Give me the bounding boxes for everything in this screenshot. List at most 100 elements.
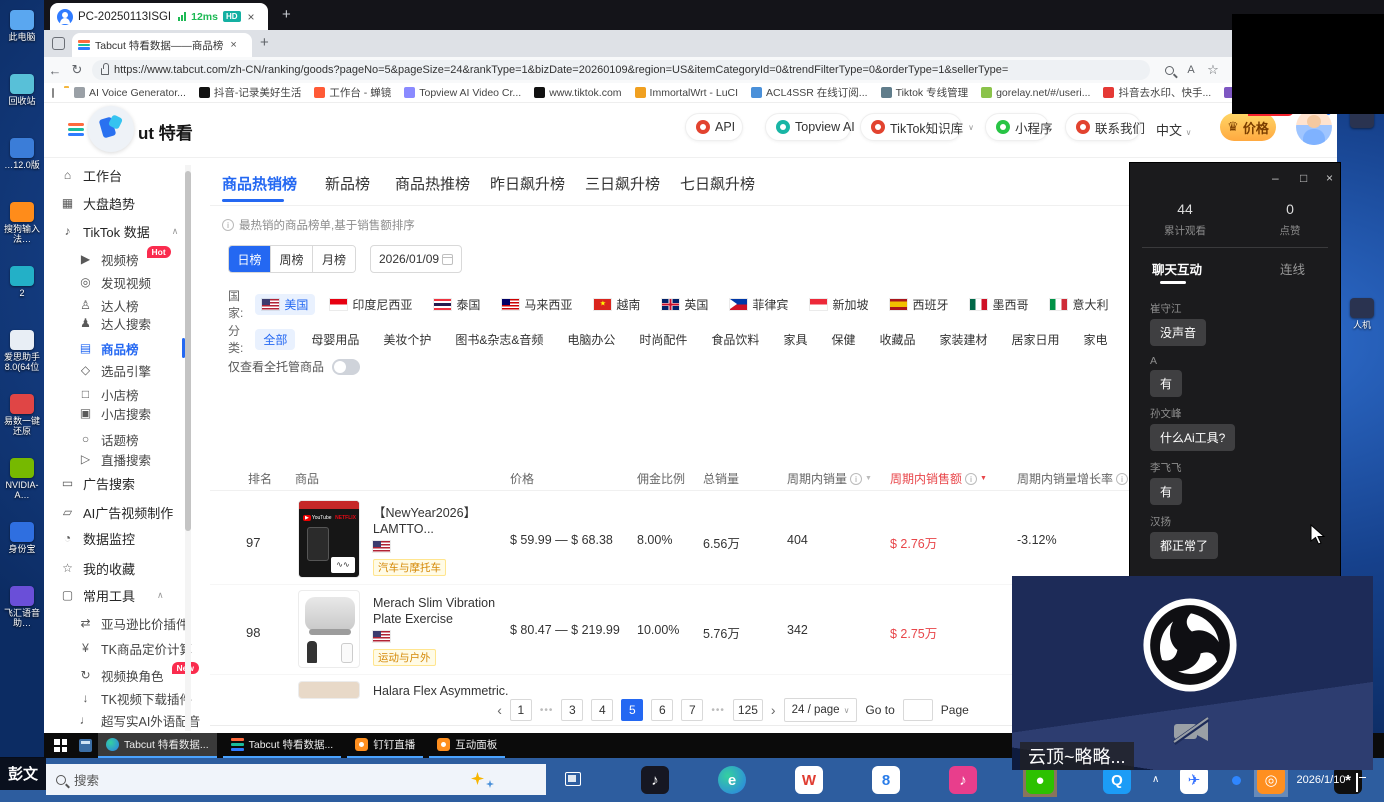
sidebar-item[interactable]: ¥TK商品定价计算 xyxy=(78,638,192,658)
nav-item-TikTok知识库[interactable]: TikTok知识库∨ xyxy=(860,113,962,141)
bookmark-item[interactable]: 工作台 - 蝉镜 xyxy=(314,85,391,100)
taskbar-app-互动面板[interactable]: 互动面板 xyxy=(429,733,505,758)
sidebar-item[interactable]: ☆我的收藏 xyxy=(60,558,135,578)
close-session-icon[interactable]: × xyxy=(248,10,255,24)
page-number[interactable]: 125 xyxy=(733,699,763,721)
new-tab-button[interactable]: + xyxy=(260,34,269,51)
tab-昨日飙升榜[interactable]: 昨日飙升榜 xyxy=(490,173,565,194)
taskbar-app-douyin2[interactable]: ♪ xyxy=(946,763,980,797)
sidebar-item[interactable]: ◇选品引擎 xyxy=(78,360,151,380)
table-row[interactable]: 97▶YouTubeNETFLIX∿∿【NewYear2026】LAMTTO..… xyxy=(210,495,1136,585)
page-number[interactable]: 3 xyxy=(561,699,583,721)
desktop-icon[interactable]: 2 xyxy=(0,266,44,298)
sidebar-item[interactable]: ▱AI广告视频制作 xyxy=(60,502,173,522)
taskbar-app-Tabcut 特看数据...[interactable]: Tabcut 特看数据... xyxy=(98,733,217,758)
table-row[interactable]: 98Merach Slim Vibration Plate Exercise M… xyxy=(210,585,1136,675)
desktop-icon[interactable]: …12.0版 xyxy=(0,138,44,170)
bookmark-item[interactable]: Topview AI Video Cr... xyxy=(404,85,521,100)
close-tab-icon[interactable]: × xyxy=(230,39,236,51)
tab-七日飙升榜[interactable]: 七日飙升榜 xyxy=(680,173,755,194)
category-filter[interactable]: 全部 xyxy=(255,329,295,350)
nav-item-API[interactable]: API xyxy=(685,113,743,141)
country-filter[interactable]: 墨西哥 xyxy=(963,294,1035,315)
remote-session-tab[interactable]: PC-20250113ISGI 12ms HD × xyxy=(50,3,268,30)
country-filter[interactable]: 印度尼西亚 xyxy=(323,294,419,315)
category-filter[interactable]: 家电 xyxy=(1076,329,1116,350)
bookmark-item[interactable]: gorelay.net/#/useri... xyxy=(981,85,1090,100)
date-picker[interactable]: 2026/01/09 xyxy=(370,245,462,273)
country-filter[interactable]: 马来西亚 xyxy=(495,294,579,315)
sidebar-item[interactable]: ○话题榜 xyxy=(78,429,139,449)
page-number[interactable]: 1 xyxy=(510,699,532,721)
tab-三日飙升榜[interactable]: 三日飙升榜 xyxy=(585,173,660,194)
sidebar-item[interactable]: ▣小店搜索 xyxy=(78,403,151,423)
desktop-icon[interactable]: 人机 xyxy=(1340,298,1384,330)
category-filter[interactable]: 保健 xyxy=(823,329,863,350)
tab-商品热销榜[interactable]: 商品热销榜 xyxy=(222,173,297,194)
prev-page-icon[interactable]: ‹ xyxy=(497,702,502,718)
sidebar-item[interactable]: ▦大盘趋势 xyxy=(60,193,135,213)
category-filter[interactable]: 电脑办公 xyxy=(559,329,623,350)
category-filter[interactable]: 时尚配件 xyxy=(631,329,695,350)
task-view-icon[interactable] xyxy=(565,772,581,786)
sidebar-item[interactable]: ♪TikTok 数据∧ xyxy=(60,221,178,241)
taskbar-app-wps[interactable]: W xyxy=(792,763,826,797)
sidebar-item[interactable]: ⇄亚马逊比价插件 xyxy=(78,613,189,633)
taskbar-search-box[interactable]: 搜索 xyxy=(46,764,546,795)
next-page-icon[interactable]: › xyxy=(771,702,776,718)
desktop-icon[interactable]: 此电脑 xyxy=(0,10,44,42)
notification-center-icon[interactable] xyxy=(1356,773,1358,792)
column-header[interactable]: 周期内销量i▼ xyxy=(787,470,872,487)
sidebar-scrollbar-thumb[interactable] xyxy=(185,171,191,531)
bookmark-item[interactable]: www.tiktok.com xyxy=(534,85,621,100)
maximize-icon[interactable]: □ xyxy=(1300,171,1307,185)
sidebar-item[interactable]: ♟达人搜索 xyxy=(78,313,151,333)
period-日榜[interactable]: 日榜 xyxy=(229,246,271,272)
bookmark-item[interactable]: 抖音去水印、快手... xyxy=(1103,85,1211,100)
bookmark-item[interactable]: ACL4SSR 在线订阅... xyxy=(751,85,868,100)
country-filter[interactable]: 越南 xyxy=(587,294,647,315)
sidebar-item[interactable]: ♩超写实AI外语配音 xyxy=(78,710,200,730)
country-filter[interactable]: 英国 xyxy=(655,294,715,315)
reading-list-icon[interactable] xyxy=(52,88,54,98)
managed-toggle-switch[interactable] xyxy=(332,359,360,375)
taskbar-app-Tabcut 特看数据...[interactable]: Tabcut 特看数据... xyxy=(223,733,342,758)
taskbar-app-钉钉直播[interactable]: 钉钉直播 xyxy=(347,733,423,758)
country-filter[interactable]: 美国 xyxy=(255,294,315,315)
find-icon[interactable] xyxy=(1158,63,1180,78)
taskbar-app-edge[interactable]: e xyxy=(715,763,749,797)
tab-商品热推榜[interactable]: 商品热推榜 xyxy=(395,173,470,194)
tray-app-icon[interactable] xyxy=(1232,776,1241,785)
language-switcher[interactable]: 中文 ∨ xyxy=(1156,120,1192,139)
country-filter[interactable]: 西班牙 xyxy=(883,294,955,315)
browser-tab[interactable]: Tabcut 特看数据——商品榜 × xyxy=(72,33,252,57)
desktop-icon[interactable]: 飞汇语音助… xyxy=(0,586,44,628)
sidebar-item[interactable]: ◎发现视频 xyxy=(78,272,151,292)
page-number[interactable]: 6 xyxy=(651,699,673,721)
sidebar-item[interactable]: ⌂工作台 xyxy=(60,165,122,185)
country-filter[interactable]: 意大利 xyxy=(1043,294,1115,315)
page-input[interactable] xyxy=(903,699,933,721)
pricing-button[interactable]: ♛ 价格 xyxy=(1220,113,1276,141)
sidebar-item[interactable]: ▶视频榜Hot xyxy=(78,249,171,269)
period-月榜[interactable]: 月榜 xyxy=(313,246,355,272)
category-filter[interactable]: 美妆个护 xyxy=(375,329,439,350)
sidebar-item[interactable]: ↻视频换角色New xyxy=(78,665,199,685)
tray-expand-icon[interactable]: ∧ xyxy=(1152,774,1159,785)
sidebar-item[interactable]: ▷直播搜索 xyxy=(78,449,151,469)
taskbar-app-douyin[interactable]: ♪ xyxy=(638,763,672,797)
close-icon[interactable]: × xyxy=(1326,171,1333,185)
desktop-icon[interactable]: 爱思助手 8.0(64位 xyxy=(0,330,44,372)
taskbar-app-meeting[interactable]: 8 xyxy=(869,763,903,797)
new-session-button[interactable]: + xyxy=(282,6,291,23)
bookmark-item[interactable]: ImmortalWrt - LuCI xyxy=(635,85,738,100)
minimize-icon[interactable]: – xyxy=(1272,171,1279,185)
bookmark-item[interactable]: Tiktok 专线管理 xyxy=(881,85,969,100)
column-header[interactable]: 周期内销量增长率i▼ xyxy=(1017,470,1138,487)
desktop-icon[interactable]: NVIDIA-A… xyxy=(0,458,44,500)
page-number[interactable]: 4 xyxy=(591,699,613,721)
sidebar-item[interactable]: ♙达人榜 xyxy=(78,295,139,315)
category-filter[interactable]: 母婴用品 xyxy=(303,329,367,350)
country-filter[interactable]: 新加坡 xyxy=(803,294,875,315)
desktop-icon[interactable]: 身份宝 xyxy=(0,522,44,554)
